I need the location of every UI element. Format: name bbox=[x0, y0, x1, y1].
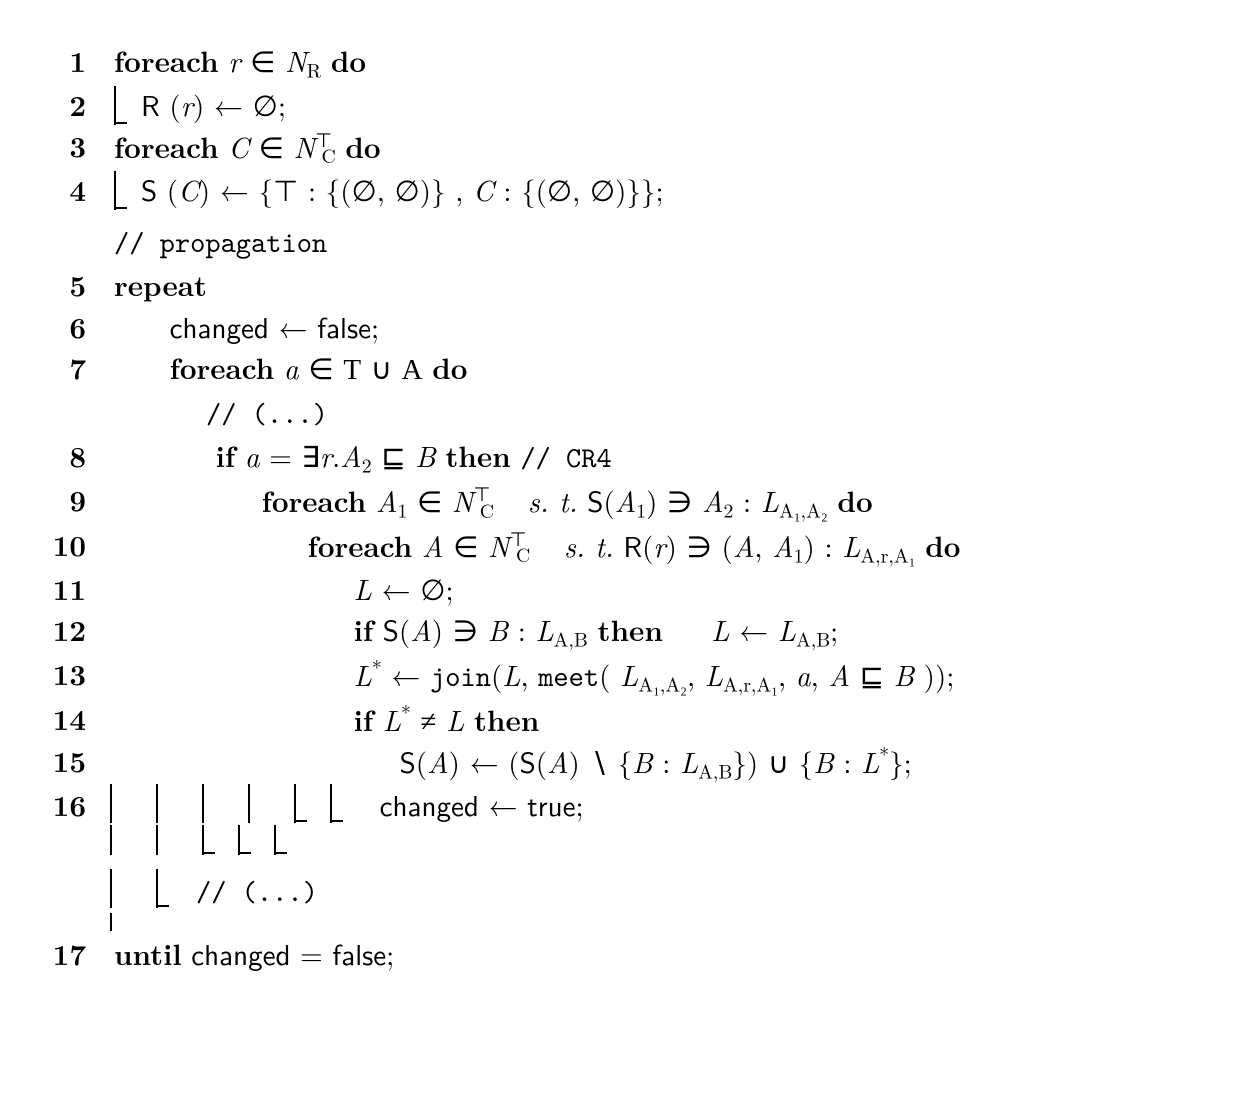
line-11: 11 L ← ∅; bbox=[30, 568, 1200, 609]
line-5: 5 repeat bbox=[30, 264, 1200, 305]
fn-R: R bbox=[141, 83, 160, 125]
lineno: 1 bbox=[69, 39, 86, 81]
kw-if: if bbox=[216, 434, 235, 476]
lineno: 9 bbox=[69, 478, 86, 520]
lineno: 14 bbox=[53, 697, 86, 739]
line-4: 4 S (C) ← {⊤ : {(∅, ∅)} , C : {(∅, ∅)}}; bbox=[30, 169, 1200, 210]
lineno: 5 bbox=[69, 263, 86, 305]
kw-then: then bbox=[445, 434, 510, 476]
kw-do: do bbox=[331, 39, 366, 81]
line-14: 14 if L* ≠ L then bbox=[30, 698, 1200, 740]
lineno: 4 bbox=[69, 168, 86, 210]
line-10: 10 foreach A ∈ N⊤C s. t. R(r) ∋ (A, A1) … bbox=[30, 524, 1200, 568]
kw-foreach: foreach bbox=[114, 39, 219, 81]
line-6: 6 changed ← false; bbox=[30, 306, 1200, 347]
comment-ellipsis-1: // (...) bbox=[30, 391, 1200, 435]
comment: // propagation bbox=[114, 224, 327, 262]
kw-repeat: repeat bbox=[114, 263, 207, 305]
line-12: 12 if S(A) ∋ B : LA,B then L ← LA,B; bbox=[30, 609, 1200, 653]
closing-repeat bbox=[30, 913, 1200, 933]
lineno: 7 bbox=[69, 346, 86, 388]
lineno: 2 bbox=[69, 83, 86, 125]
lineno: 8 bbox=[69, 434, 86, 476]
algorithm-block: 1 foreach r ∈ NR do 2 R (r) ← ∅; 3 forea… bbox=[0, 0, 1240, 1015]
comment-cr4: // CR4 bbox=[520, 439, 611, 477]
lineno: 6 bbox=[69, 305, 86, 347]
lineno: 16 bbox=[53, 783, 86, 825]
line-15: 15 S(A) ← (S(A) ∖ {B : LA,B}) ∪ {B : L*}… bbox=[30, 740, 1200, 784]
fn-meet: meet bbox=[538, 658, 599, 696]
lineno: 15 bbox=[53, 739, 86, 781]
line-9: 9 foreach A1 ∈ N⊤C s. t. S(A1) ∋ A2 : LA… bbox=[30, 479, 1200, 523]
closing-brackets bbox=[30, 825, 1200, 859]
lineno: 12 bbox=[53, 608, 86, 650]
lineno: 10 bbox=[53, 523, 86, 565]
kw-until: until bbox=[114, 932, 182, 974]
line-2: 2 R (r) ← ∅; bbox=[30, 84, 1200, 125]
lineno: 13 bbox=[53, 652, 86, 694]
lineno: 17 bbox=[53, 932, 86, 974]
lineno: 3 bbox=[69, 124, 86, 166]
comment-ellipsis-2: // (...) bbox=[30, 869, 1200, 913]
comment-propagation: // propagation bbox=[30, 220, 1200, 264]
line-1: 1 foreach r ∈ NR do bbox=[30, 40, 1200, 84]
line-17: 17 until changed = false; bbox=[30, 933, 1200, 974]
line-8: 8 if a = ∃r.A2 ⊑ B then // CR4 bbox=[30, 435, 1200, 479]
fn-join: join bbox=[430, 658, 491, 696]
fn-S: S bbox=[141, 168, 157, 210]
line-16: 16 changed ← true; bbox=[30, 784, 1200, 825]
line-13: 13 L* ← join(L, meet( LA₁,A₂, LA,r,A₁, a… bbox=[30, 653, 1200, 698]
line-3: 3 foreach C ∈ N⊤C do bbox=[30, 125, 1200, 169]
lineno: 11 bbox=[53, 567, 86, 609]
var-changed: changed bbox=[170, 305, 269, 347]
line-7: 7 foreach a ∈ T ∪ A do bbox=[30, 347, 1200, 391]
